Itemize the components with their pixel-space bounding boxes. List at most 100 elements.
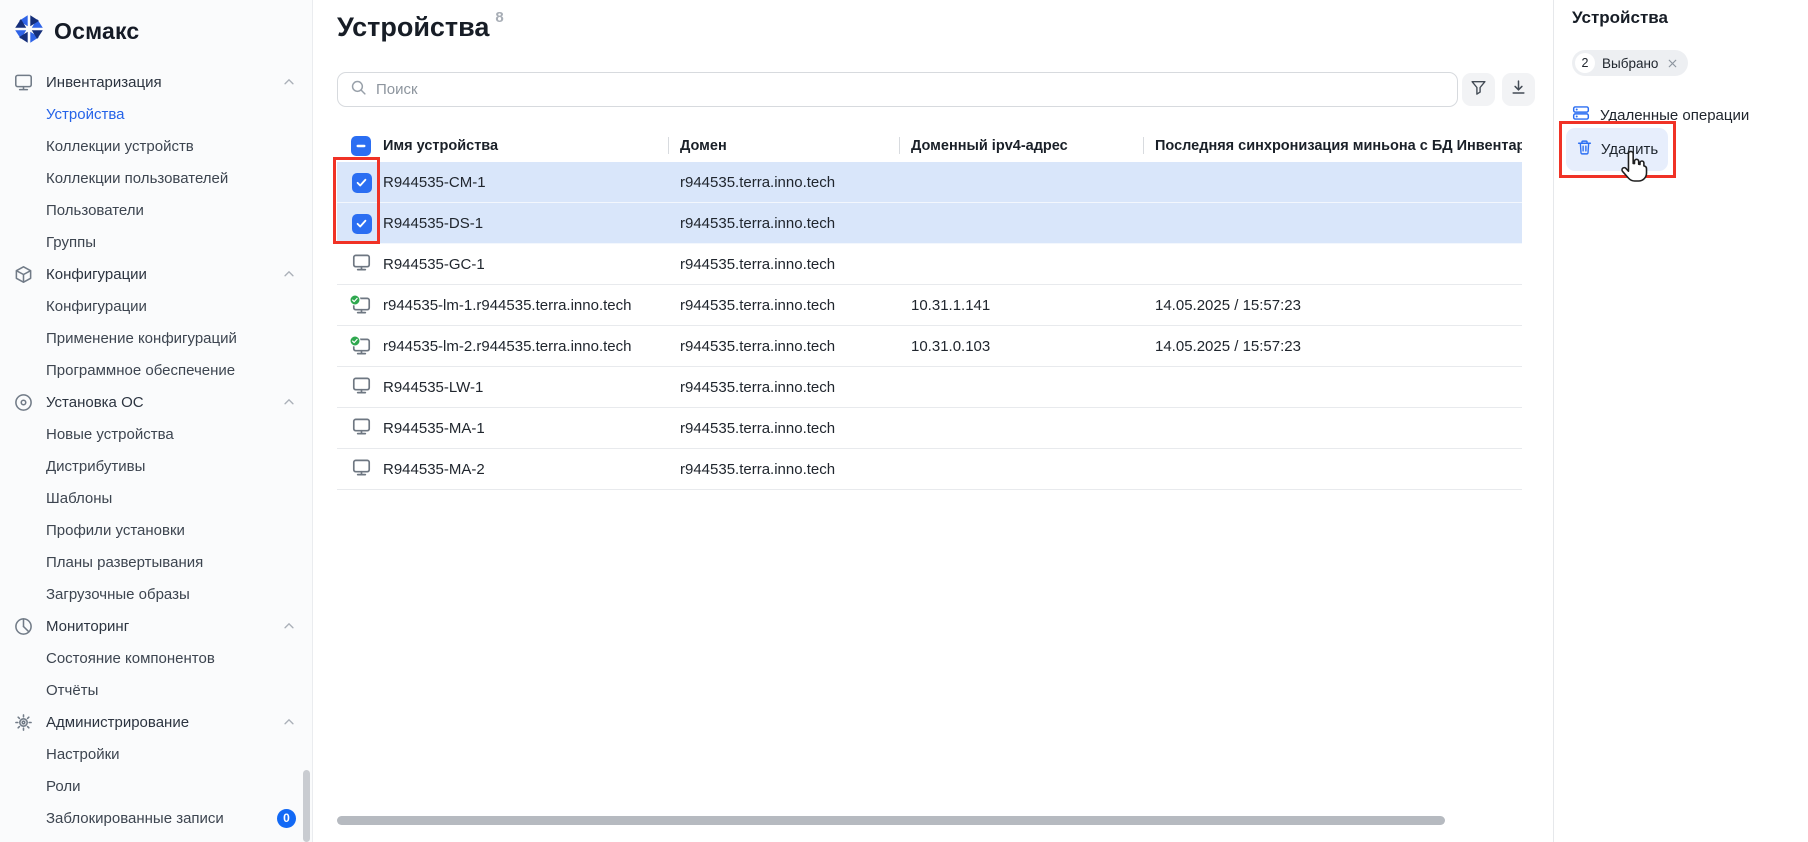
search-input[interactable] (376, 81, 1445, 98)
device-domain: r944535.terra.inno.tech (680, 449, 835, 490)
sidebar-item-label: Заблокированные записи (46, 810, 224, 827)
sidebar-scrollbar[interactable] (303, 770, 310, 842)
table-row[interactable]: r944535-lm-2.r944535.terra.inno.tech r94… (337, 326, 1522, 367)
sidebar-item-new-devices[interactable]: Новые устройства (0, 418, 312, 450)
device-name: R944535-DS-1 (383, 203, 483, 244)
sidebar-item-users[interactable]: Пользователи (0, 194, 312, 226)
sidebar-item-label: Настройки (46, 746, 120, 763)
column-header-domain: Домен (680, 130, 727, 162)
sidebar-item-deployment-plans[interactable]: Планы развертывания (0, 546, 312, 578)
select-all-checkbox[interactable] (351, 136, 371, 156)
right-panel-title: Устройства (1572, 8, 1668, 28)
funnel-icon (1470, 79, 1487, 101)
devices-table: Имя устройства Домен Доменный ipv4-адрес… (337, 130, 1522, 490)
device-domain: r944535.terra.inno.tech (680, 203, 835, 244)
sidebar-item-configurations[interactable]: Конфигурации (0, 290, 312, 322)
column-header-ipv4: Доменный ipv4-адрес (911, 130, 1068, 162)
sidebar-item-apply-configurations[interactable]: Применение конфигураций (0, 322, 312, 354)
sidebar: Осмакс Инвентаризация Устройства Коллекц… (0, 0, 313, 842)
chevron-up-icon[interactable] (282, 619, 296, 633)
sidebar-item-groups[interactable]: Группы (0, 226, 312, 258)
device-name: r944535-lm-1.r944535.terra.inno.tech (383, 285, 631, 326)
chevron-up-icon[interactable] (282, 75, 296, 89)
sidebar-item-install-profiles[interactable]: Профили установки (0, 514, 312, 546)
sidebar-item-label: Устройства (46, 106, 124, 123)
filter-button[interactable] (1462, 73, 1495, 106)
sidebar-item-label: Конфигурации (46, 298, 147, 315)
sidebar-item-software[interactable]: Программное обеспечение (0, 354, 312, 386)
sidebar-section-monitoring[interactable]: Мониторинг (0, 610, 312, 642)
monitor-online-icon (352, 337, 371, 356)
sidebar-section-configurations[interactable]: Конфигурации (0, 258, 312, 290)
sidebar-section-inventory[interactable]: Инвентаризация (0, 66, 312, 98)
device-name: R944535-MA-2 (383, 449, 485, 490)
sidebar-section-label: Мониторинг (46, 618, 129, 635)
horizontal-scrollbar[interactable] (337, 816, 1445, 825)
delete-button[interactable]: Удалить (1566, 128, 1668, 171)
column-header-last-sync: Последняя синхронизация миньона с БД Инв… (1155, 130, 1522, 162)
sidebar-item-boot-images[interactable]: Загрузочные образы (0, 578, 312, 610)
sidebar-item-devices[interactable]: Устройства (0, 98, 312, 130)
table-row[interactable]: R944535-MA-2 r944535.terra.inno.tech (337, 449, 1522, 490)
delete-label: Удалить (1601, 141, 1658, 158)
selection-chip: 2 Выбрано (1572, 50, 1688, 76)
row-checkbox-checked[interactable] (352, 214, 372, 234)
monitor-icon (352, 458, 371, 482)
remote-operations-button[interactable]: Удаленные операции (1572, 104, 1749, 127)
table-header: Имя устройства Домен Доменный ipv4-адрес… (337, 130, 1522, 162)
device-count: 8 (495, 9, 503, 26)
monitor-icon (352, 253, 371, 277)
sidebar-section-os-install[interactable]: Установка ОС (0, 386, 312, 418)
sidebar-item-distributions[interactable]: Дистрибутивы (0, 450, 312, 482)
sidebar-item-settings[interactable]: Настройки (0, 738, 312, 770)
chevron-up-icon[interactable] (282, 715, 296, 729)
sidebar-item-label: Пользователи (46, 202, 144, 219)
selection-count: 2 (1575, 53, 1595, 73)
remote-operations-icon (1572, 104, 1590, 127)
trash-icon (1576, 139, 1593, 161)
sidebar-item-label: Шаблоны (46, 490, 112, 507)
sidebar-item-label: Коллекции пользователей (46, 170, 228, 187)
sidebar-section-label: Инвентаризация (46, 74, 162, 91)
sidebar-item-label: Применение конфигураций (46, 330, 237, 347)
sidebar-item-user-collections[interactable]: Коллекции пользователей (0, 162, 312, 194)
table-row[interactable]: R944535-DS-1 r944535.terra.inno.tech (337, 203, 1522, 244)
device-last-sync: 14.05.2025 / 15:57:23 (1155, 326, 1301, 367)
table-row[interactable]: r944535-lm-1.r944535.terra.inno.tech r94… (337, 285, 1522, 326)
clear-selection-icon[interactable] (1666, 57, 1679, 70)
table-row[interactable]: R944535-LW-1 r944535.terra.inno.tech (337, 367, 1522, 408)
sidebar-item-label: Роли (46, 778, 81, 795)
chevron-up-icon[interactable] (282, 395, 296, 409)
sidebar-item-blocked-records[interactable]: Заблокированные записи 0 (0, 802, 312, 834)
device-domain: r944535.terra.inno.tech (680, 326, 835, 367)
count-badge: 0 (277, 809, 296, 828)
chevron-up-icon[interactable] (282, 267, 296, 281)
table-row[interactable]: R944535-MA-1 r944535.terra.inno.tech (337, 408, 1522, 449)
sidebar-item-label: Дистрибутивы (46, 458, 145, 475)
search-icon (350, 79, 367, 101)
monitor-icon (352, 376, 371, 400)
column-divider (899, 137, 900, 154)
sidebar-section-label: Установка ОС (46, 394, 144, 411)
sidebar-item-label: Коллекции устройств (46, 138, 194, 155)
sidebar-item-roles[interactable]: Роли (0, 770, 312, 802)
sidebar-section-administration[interactable]: Администрирование (0, 706, 312, 738)
table-row[interactable]: R944535-GC-1 r944535.terra.inno.tech (337, 244, 1522, 285)
download-button[interactable] (1502, 73, 1535, 106)
table-row[interactable]: R944535-CM-1 r944535.terra.inno.tech (337, 162, 1522, 203)
monitor-icon (352, 417, 371, 441)
device-name: R944535-LW-1 (383, 367, 483, 408)
sidebar-item-label: Новые устройства (46, 426, 174, 443)
sidebar-section-label: Конфигурации (46, 266, 147, 283)
sidebar-item-component-status[interactable]: Состояние компонентов (0, 642, 312, 674)
sidebar-item-templates[interactable]: Шаблоны (0, 482, 312, 514)
sidebar-nav: Инвентаризация Устройства Коллекции устр… (0, 66, 312, 834)
package-icon (14, 265, 33, 284)
row-checkbox-checked[interactable] (352, 173, 372, 193)
search-bar (337, 72, 1458, 107)
sidebar-item-reports[interactable]: Отчёты (0, 674, 312, 706)
device-name: R944535-MA-1 (383, 408, 485, 449)
device-name: R944535-GC-1 (383, 244, 485, 285)
sidebar-item-device-collections[interactable]: Коллекции устройств (0, 130, 312, 162)
page-title-text: Устройства (337, 12, 489, 42)
